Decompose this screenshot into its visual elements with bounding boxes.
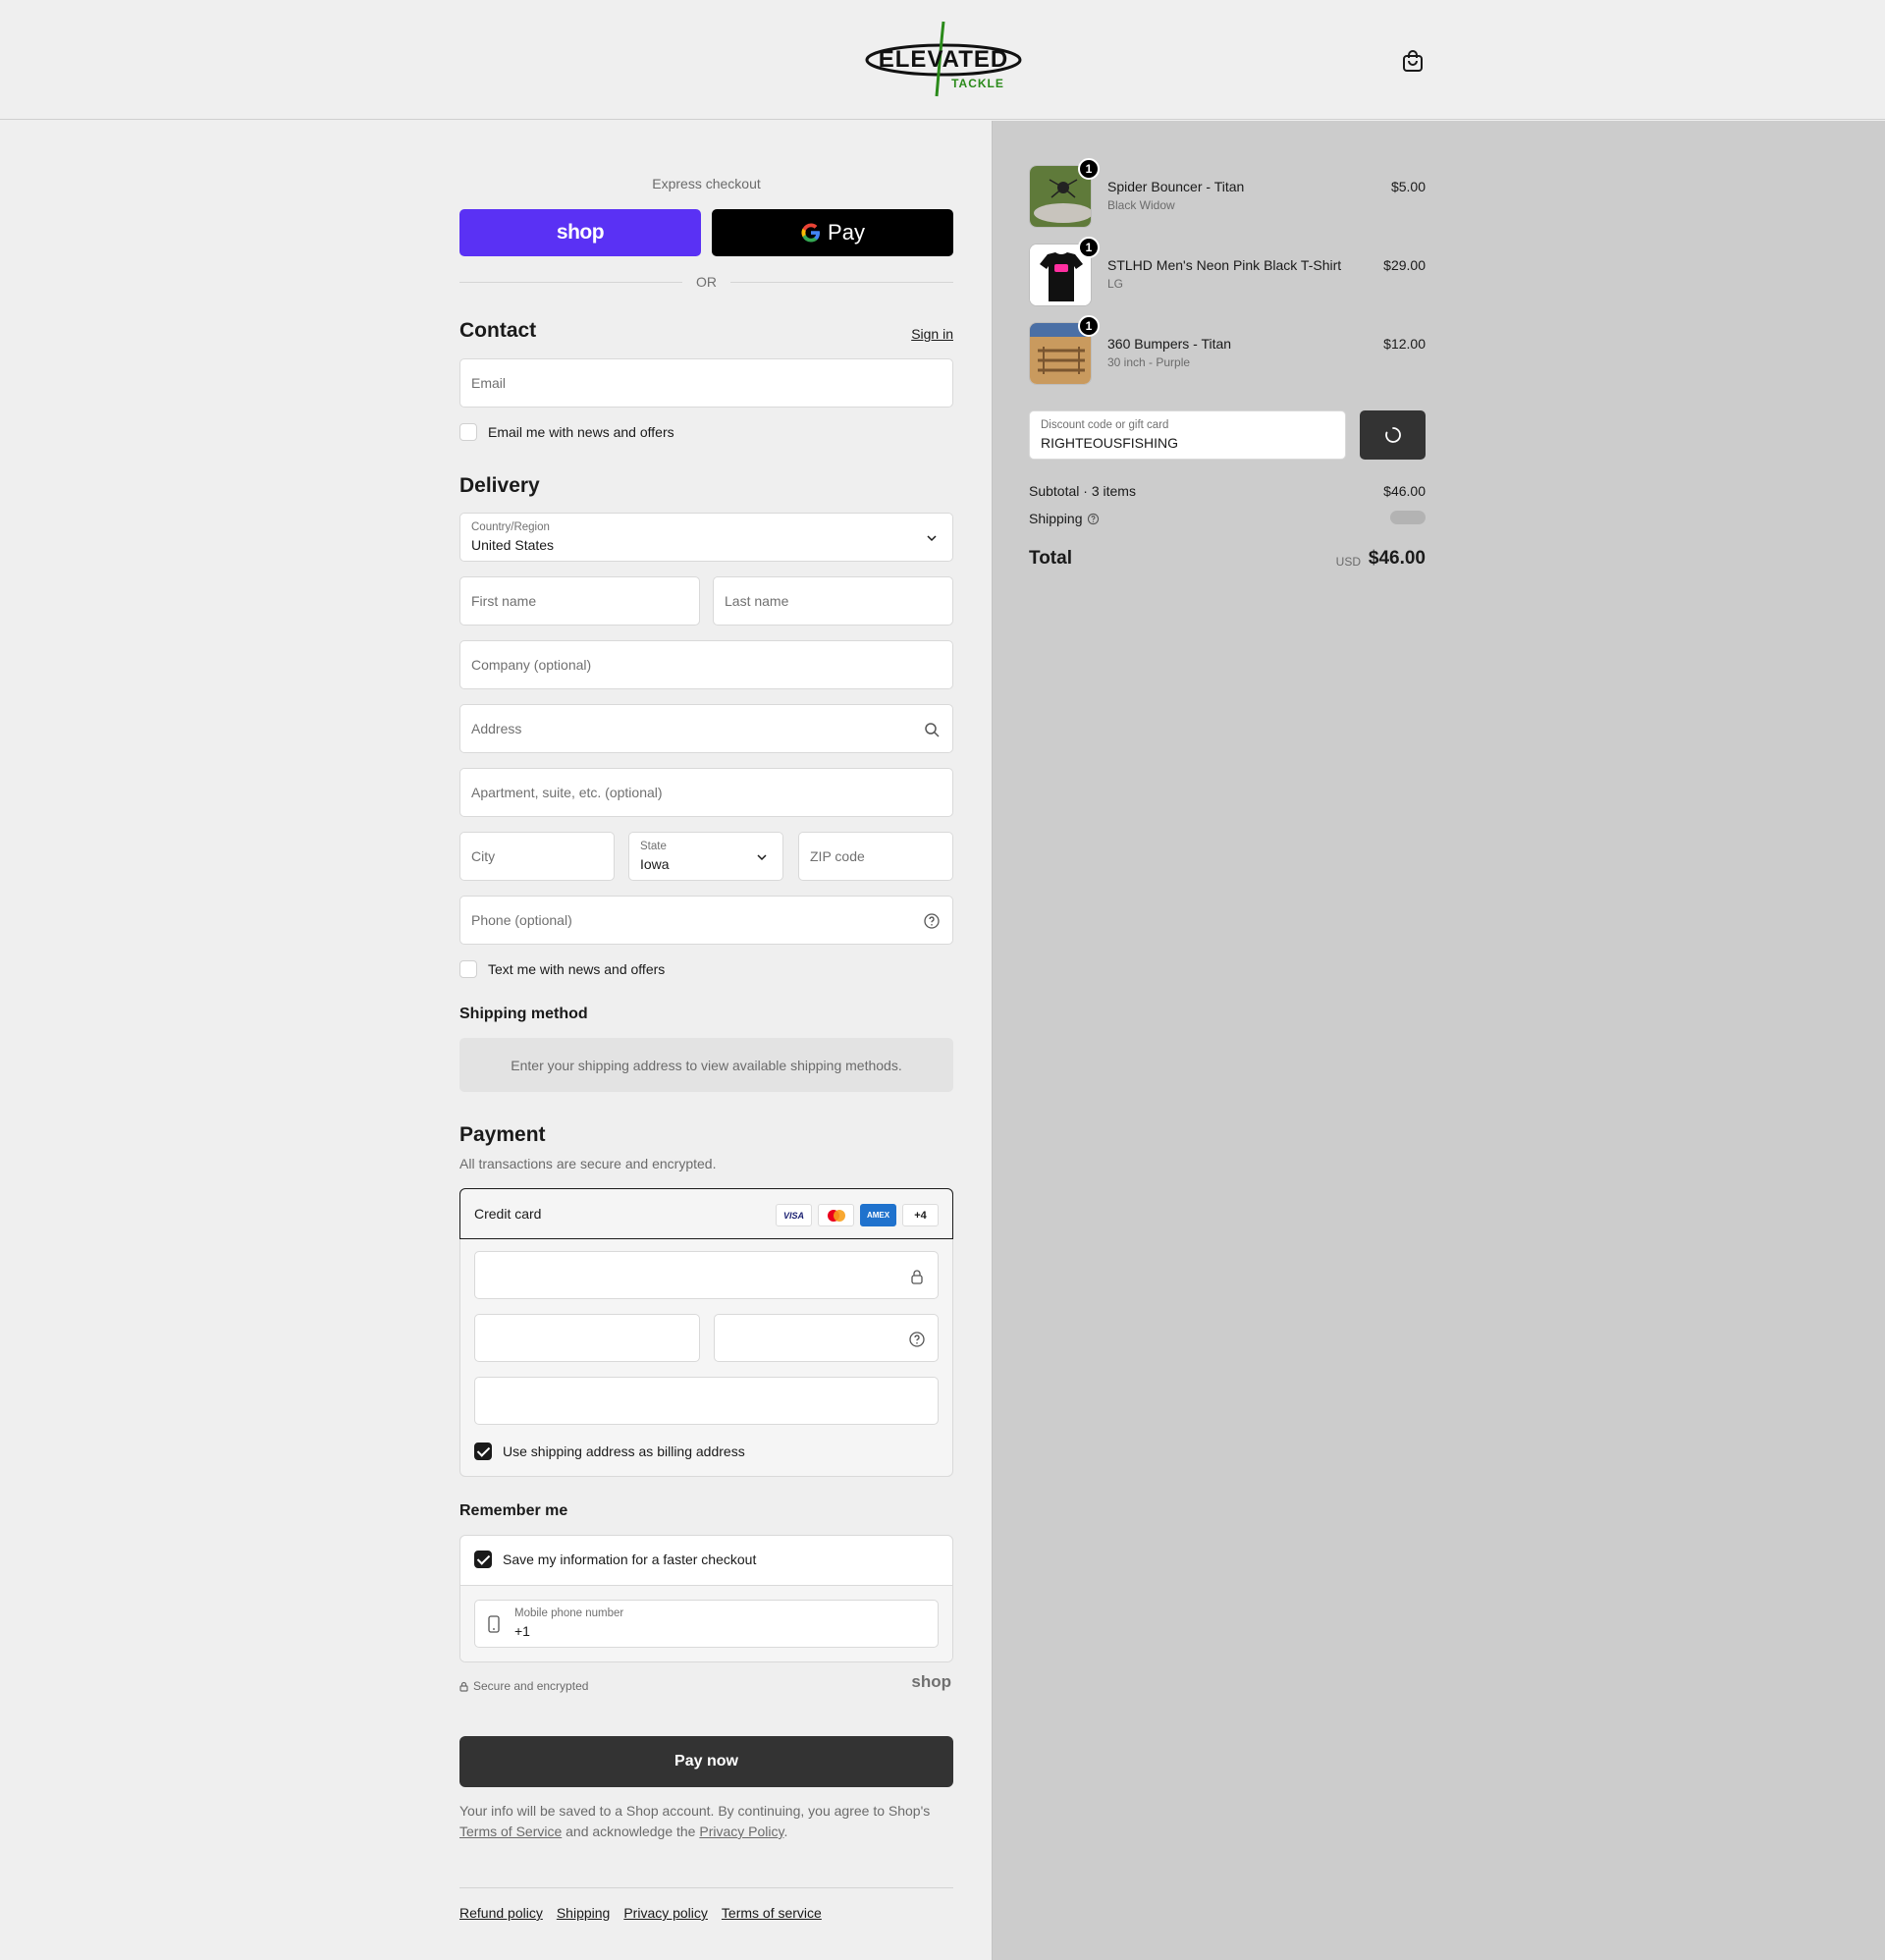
apartment-field[interactable]: Apartment, suite, etc. (optional) [459,768,953,817]
shipping-method-message: Enter your shipping address to view avai… [459,1038,953,1092]
card-brands: VISA AMEX +4 [776,1204,939,1226]
elevated-tackle-logo[interactable]: ELEVATED TACKLE [862,20,1025,98]
product-variant: Black Widow [1107,198,1175,212]
email-news-option[interactable]: Email me with news and offers [459,423,674,441]
email-news-checkbox[interactable] [459,423,477,441]
google-pay-button[interactable]: Pay [712,209,953,256]
help-icon[interactable] [1087,513,1100,525]
product-name: Spider Bouncer - Titan [1107,179,1245,194]
state-select[interactable]: State Iowa [628,832,783,881]
chevron-down-icon [757,854,767,861]
loading-spinner-icon [1384,427,1401,443]
apply-discount-button[interactable] [1360,410,1426,460]
mobile-phone-field[interactable]: Mobile phone number +1 [474,1600,939,1648]
shop-pay-button[interactable]: shop [459,209,701,256]
express-checkout-label: Express checkout [652,176,761,191]
phone-field[interactable]: Phone (optional) [459,896,953,945]
chevron-down-icon [927,535,937,542]
header: ELEVATED TACKLE [0,0,1885,120]
product-price: $5.00 [1390,179,1426,194]
last-name-field[interactable]: Last name [713,576,953,626]
shipping-value-loading [1390,511,1426,524]
payment-box: Credit card VISA AMEX +4 Use shipping ad… [459,1188,953,1477]
subtotal-value: $46.00 [1383,483,1426,499]
visa-icon: VISA [776,1204,812,1226]
delivery-title: Delivery [459,474,540,497]
privacy-policy-link[interactable]: Privacy Policy [699,1824,783,1839]
product-name: 360 Bumpers - Titan [1107,336,1232,352]
remember-box: Save my information for a faster checkou… [459,1535,953,1662]
or-divider: OR [459,274,953,290]
zip-field[interactable]: ZIP code [798,832,953,881]
company-field[interactable]: Company (optional) [459,640,953,689]
email-field[interactable]: Email [459,358,953,408]
product-price: $29.00 [1383,257,1426,273]
shipping-row: Shipping [1029,511,1426,526]
country-select[interactable]: Country/Region United States [459,513,953,562]
footer-refund-policy[interactable]: Refund policy [459,1905,543,1921]
card-number-field[interactable] [474,1251,939,1299]
product-variant: LG [1107,277,1124,291]
quantity-badge: 1 [1078,237,1100,258]
shop-logo: shop [911,1672,951,1691]
terms-of-service-link[interactable]: Terms of Service [459,1824,562,1839]
billing-same-option[interactable]: Use shipping address as billing address [474,1443,745,1460]
save-info-checkbox[interactable] [474,1551,492,1568]
footer-terms-of-service[interactable]: Terms of service [722,1905,822,1921]
order-item: 1 STLHD Men's Neon Pink Black T-Shirt LG… [1029,237,1426,306]
text-news-checkbox[interactable] [459,960,477,978]
legal-text: Your info will be saved to a Shop accoun… [459,1803,931,1839]
product-price: $12.00 [1383,336,1426,352]
pay-now-button[interactable]: Pay now [459,1736,953,1787]
footer-privacy-policy[interactable]: Privacy policy [623,1905,708,1921]
footer-shipping[interactable]: Shipping [557,1905,611,1921]
subtotal-row: Subtotal · 3 items $46.00 [1029,483,1426,499]
billing-same-checkbox[interactable] [474,1443,492,1460]
mastercard-icon [818,1204,854,1226]
text-news-option[interactable]: Text me with news and offers [459,960,665,978]
address-field[interactable]: Address [459,704,953,753]
order-item: 1 Spider Bouncer - Titan Black Widow $5.… [1029,158,1426,228]
help-icon[interactable] [908,1331,926,1348]
total-row: Total USD $46.00 [1029,548,1426,569]
quantity-badge: 1 [1078,315,1100,337]
svg-text:TACKLE: TACKLE [951,77,1004,90]
security-code-field[interactable] [714,1314,939,1362]
search-icon [925,723,940,737]
discount-code-field[interactable]: Discount code or gift card RIGHTEOUSFISH… [1029,410,1346,460]
svg-text:ELEVATED: ELEVATED [879,46,1008,73]
total-value: $46.00 [1368,548,1426,569]
contact-title: Contact [459,319,537,342]
shipping-method-title: Shipping method [459,1006,588,1022]
secure-encrypted-note: Secure and encrypted [459,1679,588,1693]
footer-links: Refund policy Shipping Privacy policy Te… [459,1905,822,1921]
google-g-icon [801,223,821,243]
quantity-badge: 1 [1078,158,1100,180]
mobile-phone-icon [488,1615,500,1633]
payment-subtitle: All transactions are secure and encrypte… [459,1156,717,1171]
order-summary-panel [992,121,1885,1960]
order-item: 1 360 Bumpers - Titan 30 inch - Purple $… [1029,315,1426,385]
amex-icon: AMEX [860,1204,896,1226]
shopping-bag-icon[interactable] [1402,49,1424,73]
lock-icon [459,1681,468,1692]
more-cards-badge: +4 [902,1204,939,1226]
city-field[interactable]: City [459,832,615,881]
remember-title: Remember me [459,1502,568,1519]
expiration-field[interactable] [474,1314,700,1362]
payment-title: Payment [459,1123,546,1146]
name-on-card-field[interactable] [474,1377,939,1425]
lock-icon [911,1270,923,1284]
product-variant: 30 inch - Purple [1107,355,1191,369]
currency-label: USD [1335,555,1361,569]
sign-in-link[interactable]: Sign in [911,326,953,342]
first-name-field[interactable]: First name [459,576,700,626]
product-name: STLHD Men's Neon Pink Black T-Shirt [1107,257,1342,273]
credit-card-option[interactable]: Credit card VISA AMEX +4 [459,1188,953,1239]
help-icon[interactable] [923,912,941,930]
save-info-option[interactable]: Save my information for a faster checkou… [474,1551,756,1568]
